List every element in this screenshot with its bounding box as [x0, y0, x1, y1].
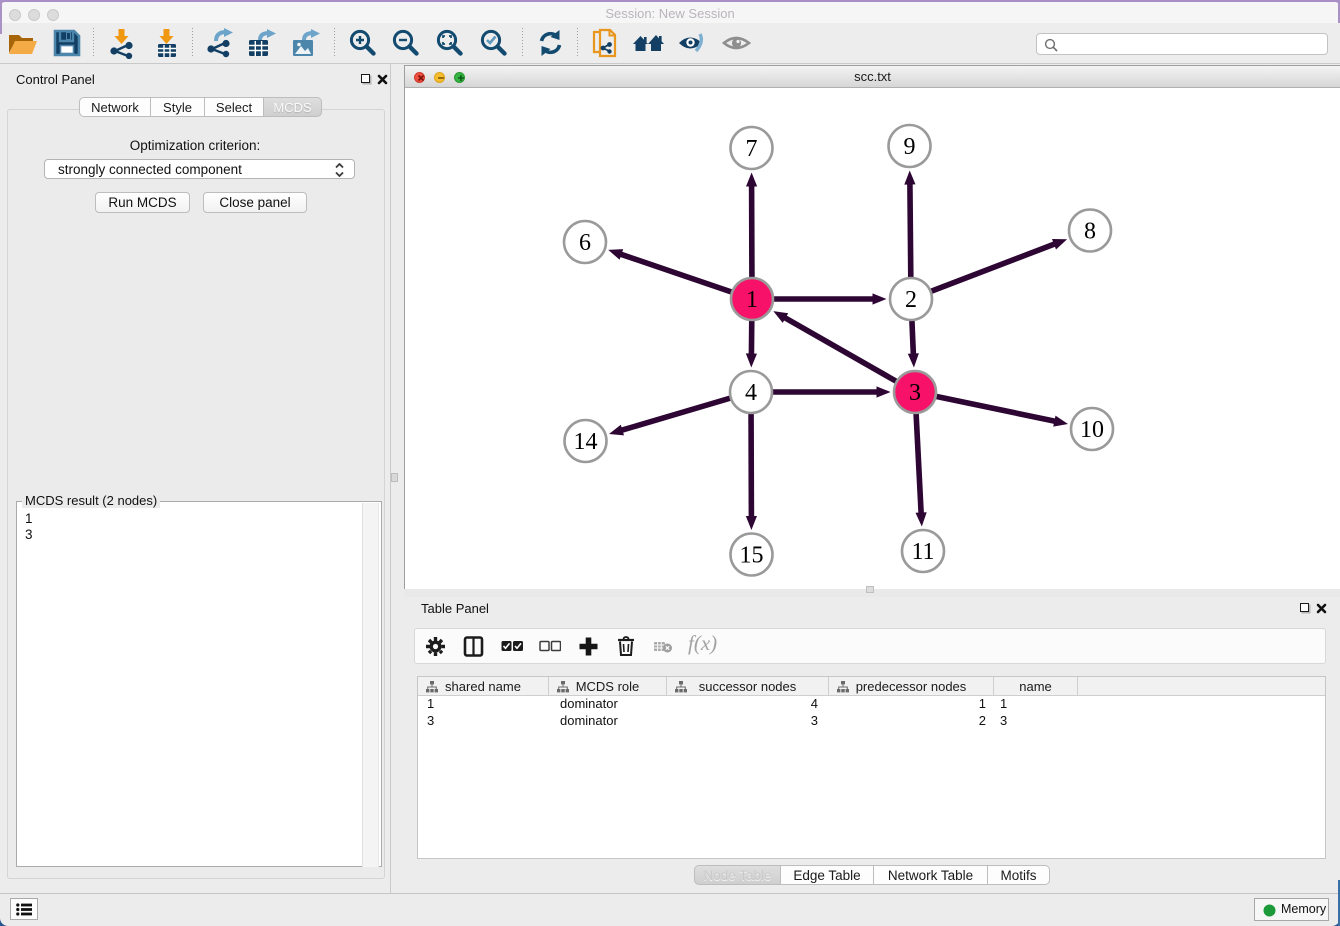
svg-text:4: 4 [745, 380, 757, 406]
svg-text:1: 1 [746, 287, 758, 313]
svg-text:15: 15 [740, 543, 764, 569]
svg-text:3: 3 [909, 380, 921, 406]
svg-text:11: 11 [911, 539, 934, 565]
svg-text:9: 9 [904, 134, 916, 160]
svg-text:2: 2 [905, 287, 917, 313]
svg-text:8: 8 [1084, 219, 1096, 245]
svg-text:6: 6 [579, 230, 591, 256]
svg-text:7: 7 [746, 136, 758, 162]
svg-text:14: 14 [574, 429, 598, 455]
svg-text:10: 10 [1080, 417, 1104, 443]
